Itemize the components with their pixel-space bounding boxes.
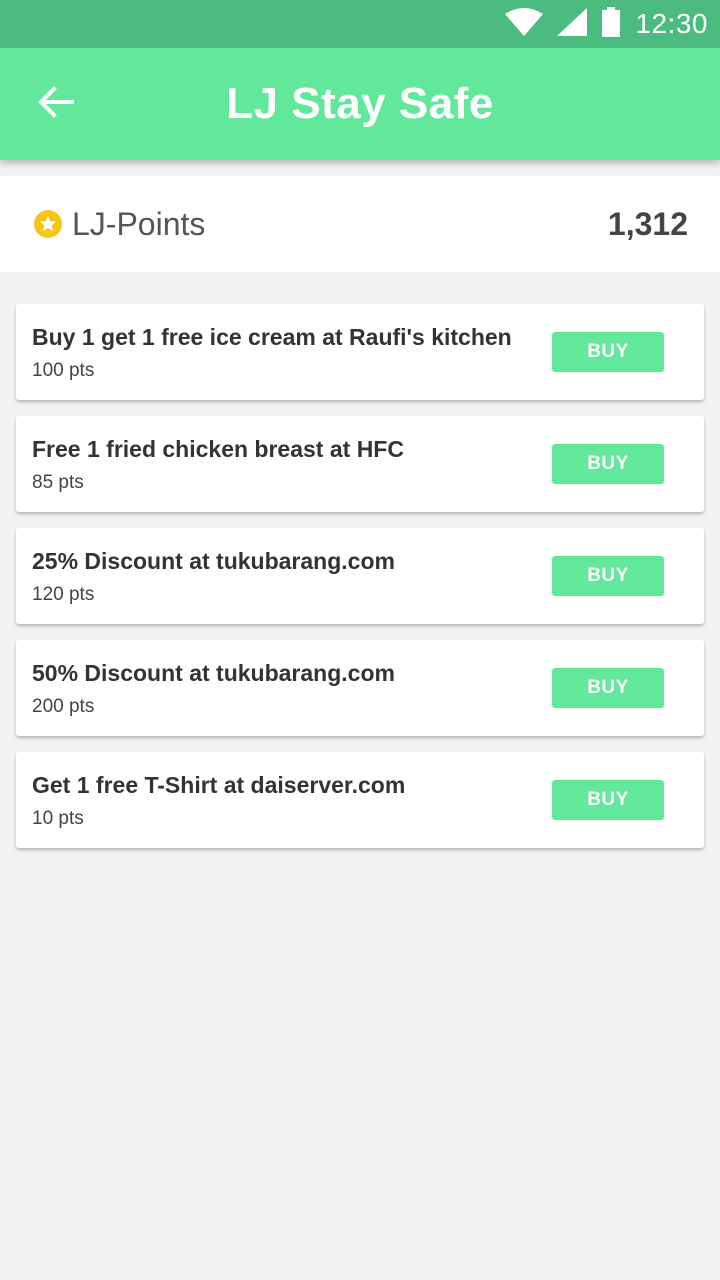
reward-list: Buy 1 get 1 free ice cream at Raufi's ki…	[16, 304, 704, 864]
reward-title: Buy 1 get 1 free ice cream at Raufi's ki…	[32, 324, 512, 350]
status-bar: 12:30	[0, 0, 720, 48]
buy-button[interactable]: BUY	[552, 444, 664, 484]
reward-card: 50% Discount at tukubarang.com 200 pts B…	[16, 640, 704, 736]
reward-title: Free 1 fried chicken breast at HFC	[32, 436, 404, 462]
reward-card: Buy 1 get 1 free ice cream at Raufi's ki…	[16, 304, 704, 400]
buy-button[interactable]: BUY	[552, 332, 664, 372]
star-icon	[34, 210, 62, 238]
status-time: 12:30	[635, 8, 708, 39]
points-panel: LJ-Points 1,312	[0, 176, 720, 272]
reward-title: 25% Discount at tukubarang.com	[32, 548, 395, 574]
reward-cost: 200 pts	[32, 696, 95, 717]
points-value: 1,312	[607, 205, 688, 242]
reward-card: Free 1 fried chicken breast at HFC 85 pt…	[16, 416, 704, 512]
reward-card: Get 1 free T-Shirt at daiserver.com 10 p…	[16, 752, 704, 848]
reward-cost: 120 pts	[32, 584, 95, 605]
buy-button[interactable]: BUY	[552, 668, 664, 708]
reward-cost: 10 pts	[32, 808, 84, 829]
buy-button[interactable]: BUY	[552, 780, 664, 820]
reward-title: Get 1 free T-Shirt at daiserver.com	[32, 772, 406, 798]
buy-button[interactable]: BUY	[552, 556, 664, 596]
wifi-icon	[505, 7, 544, 41]
reward-cost: 100 pts	[32, 360, 95, 381]
page-title: LJ Stay Safe	[226, 79, 494, 128]
points-label: LJ-Points	[72, 205, 206, 242]
battery-icon	[601, 6, 621, 42]
cell-signal-icon	[557, 7, 588, 41]
reward-card: 25% Discount at tukubarang.com 120 pts B…	[16, 528, 704, 624]
app-bar: LJ Stay Safe	[0, 48, 720, 160]
reward-cost: 85 pts	[32, 472, 84, 493]
reward-title: 50% Discount at tukubarang.com	[32, 660, 395, 686]
